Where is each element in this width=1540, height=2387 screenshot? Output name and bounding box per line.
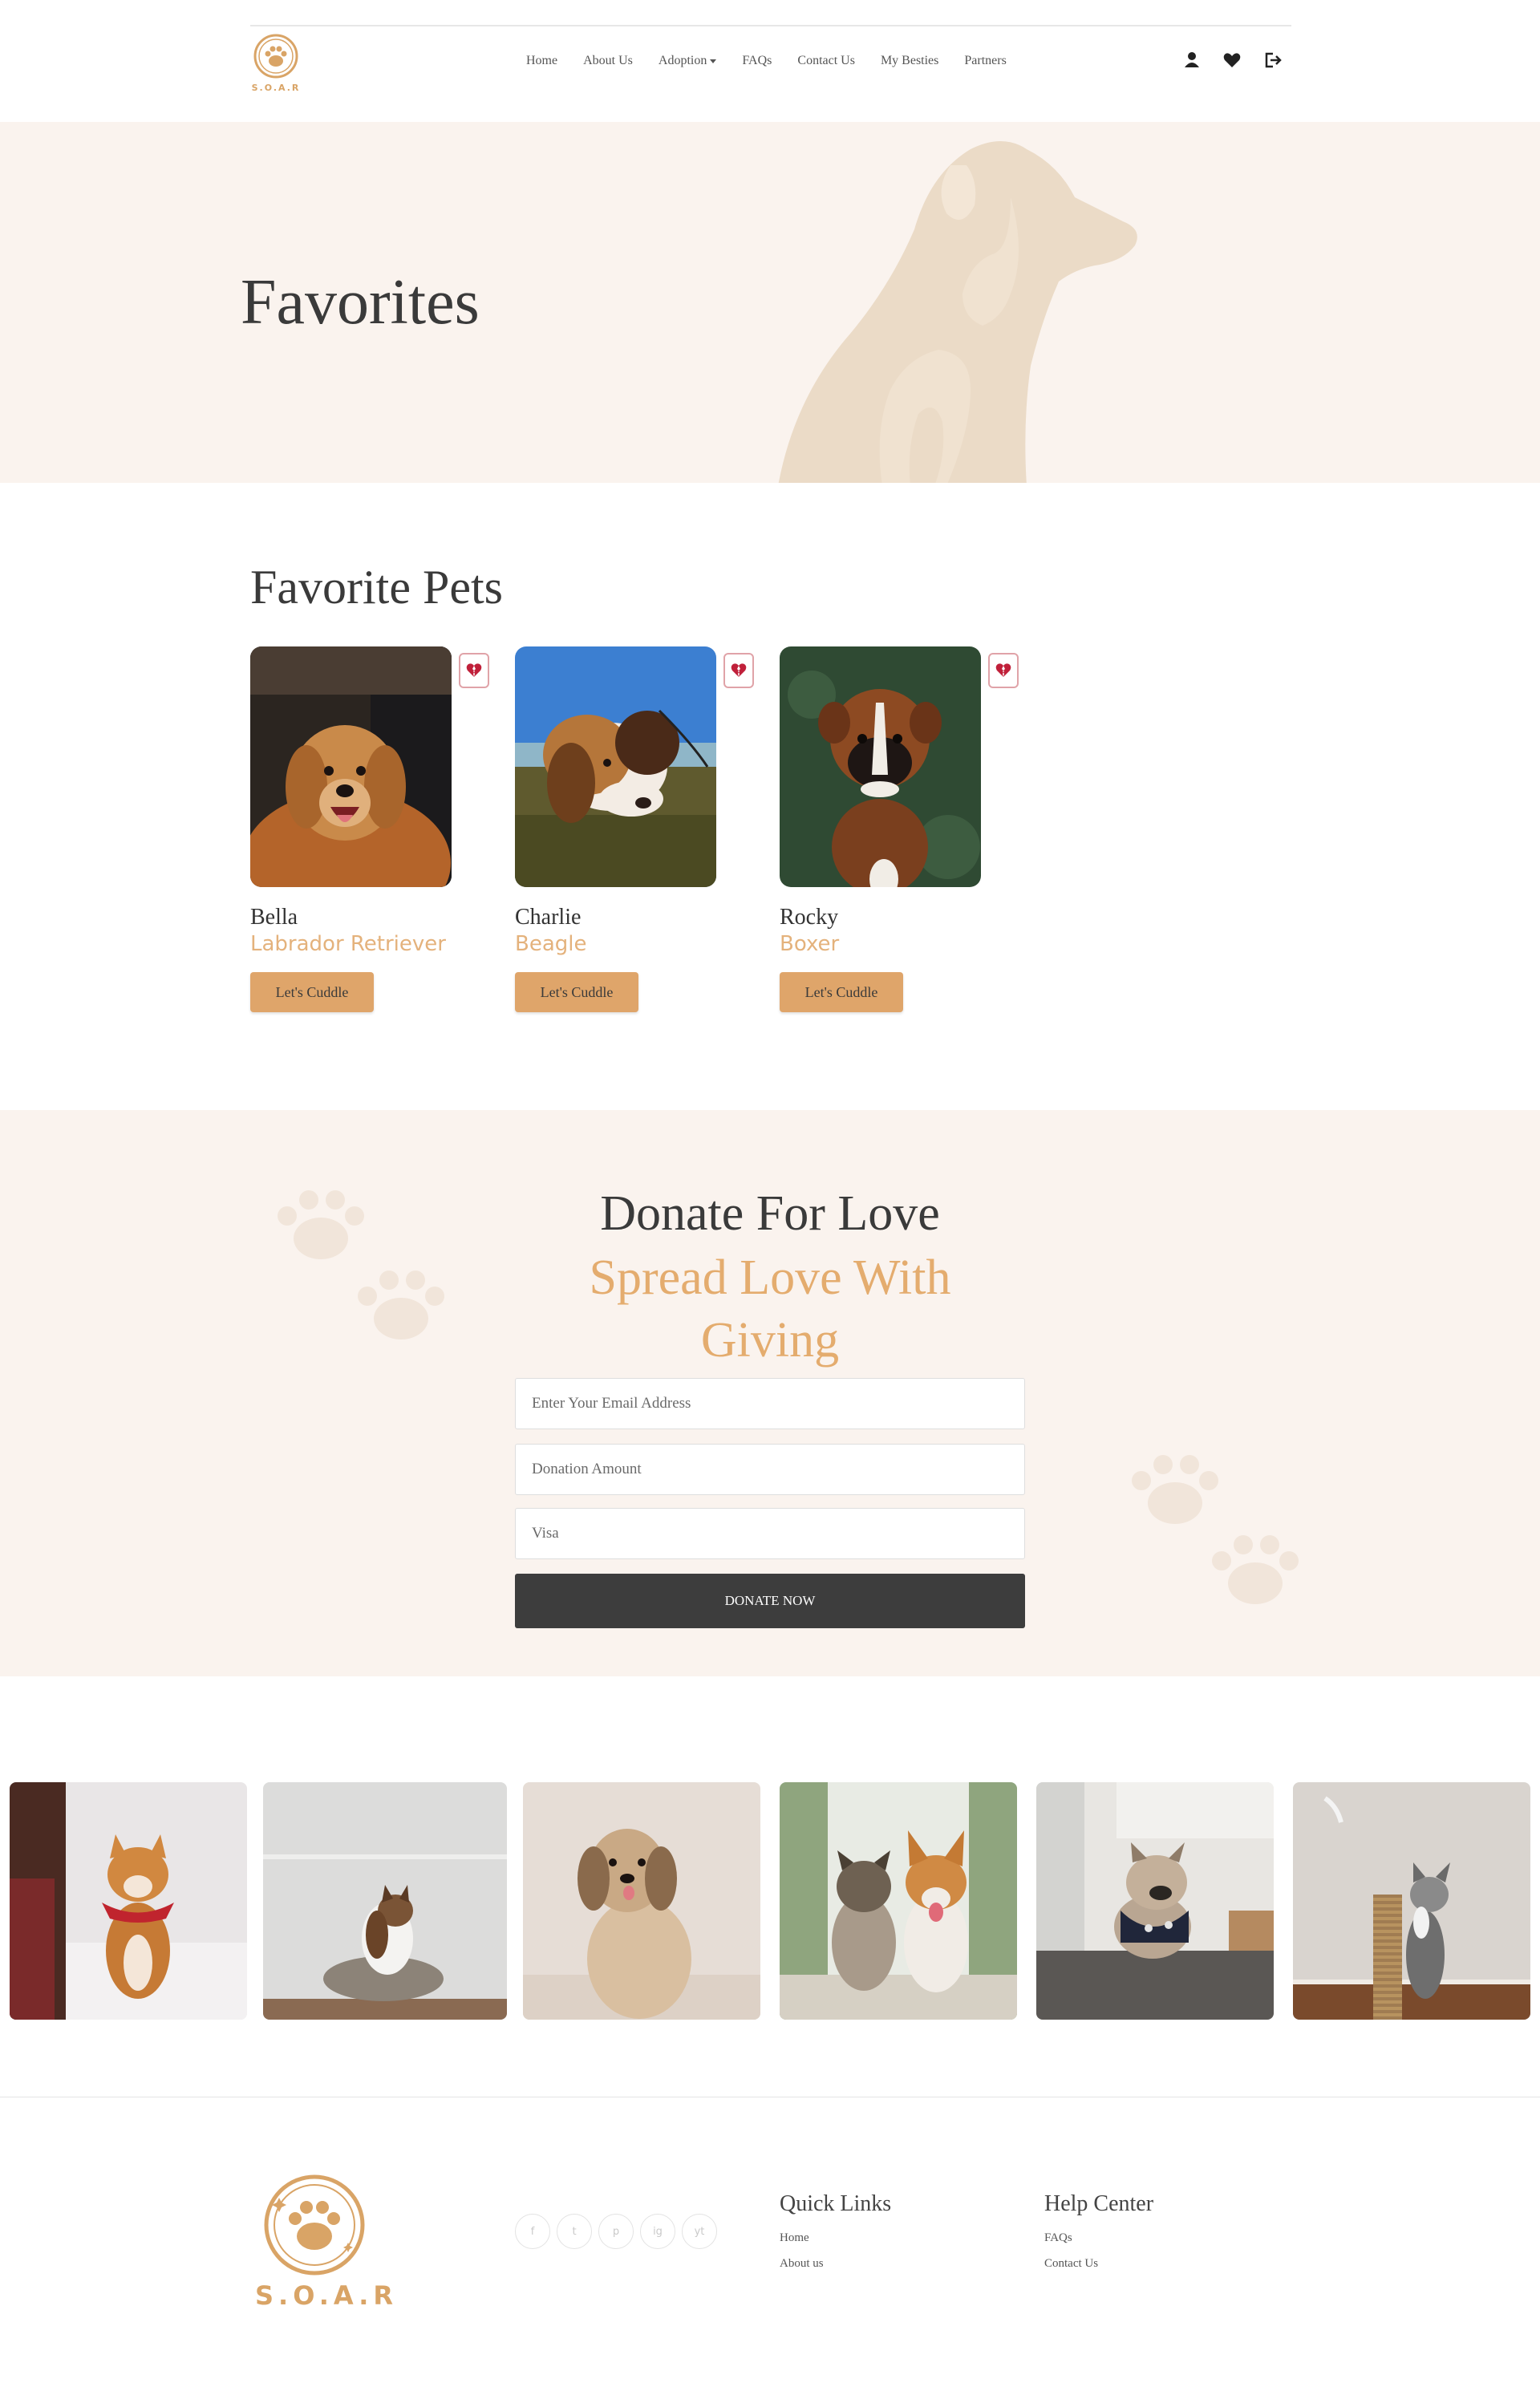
nav-home[interactable]: Home <box>513 50 570 72</box>
broken-heart-icon <box>466 663 482 677</box>
brand-logo[interactable]: S.O.A.R <box>250 32 302 93</box>
card-type-field[interactable]: Visa <box>515 1508 1025 1559</box>
gallery-image[interactable] <box>1036 1782 1274 2020</box>
pets-silhouette-illustration <box>778 141 1137 483</box>
footer-link-about-us[interactable]: About us <box>780 2257 824 2271</box>
top-divider <box>250 25 1291 26</box>
paw-logo-icon <box>253 34 298 79</box>
email-field[interactable]: Enter Your Email Address <box>515 1378 1025 1429</box>
gallery-image[interactable] <box>263 1782 507 2020</box>
nav-faqs[interactable]: FAQs <box>729 50 784 72</box>
donate-subtitle: Spread Love With Giving <box>0 1246 1540 1372</box>
facebook-icon[interactable]: f <box>515 2214 550 2249</box>
twitter-icon[interactable]: t <box>557 2214 592 2249</box>
pet-card: Bella Labrador Retriever Let's Cuddle <box>250 646 491 1015</box>
pet-card: Charlie Beagle Let's Cuddle <box>515 646 756 1015</box>
donate-now-button[interactable]: DONATE NOW <box>515 1574 1025 1628</box>
nav-adoption-label: Adoption <box>658 54 707 67</box>
youtube-icon[interactable]: yt <box>682 2214 717 2249</box>
broken-heart-icon <box>995 663 1011 677</box>
gallery-image[interactable] <box>10 1782 247 2020</box>
footer-link-contact-us[interactable]: Contact Us <box>1044 2257 1098 2271</box>
instagram-icon[interactable]: ig <box>640 2214 675 2249</box>
pet-breed: Labrador Retriever <box>250 932 446 956</box>
lets-cuddle-button[interactable]: Let's Cuddle <box>515 972 638 1012</box>
nav-my-besties[interactable]: My Besties <box>868 50 951 72</box>
pet-name: Bella <box>250 905 298 930</box>
pet-card: Rocky Boxer Let's Cuddle <box>780 646 1020 1015</box>
nav-contact-us[interactable]: Contact Us <box>784 50 868 72</box>
chevron-down-icon <box>710 59 717 63</box>
social-links: f t p ig yt <box>515 2214 717 2249</box>
paw-prints-decoration-icon <box>1132 1455 1299 1604</box>
pet-breed: Boxer <box>780 932 840 956</box>
pet-breed: Beagle <box>515 932 587 956</box>
pet-name: Rocky <box>780 905 839 930</box>
donate-subtitle-line-2: Giving <box>700 1313 840 1368</box>
gallery-image[interactable] <box>523 1782 760 2020</box>
help-center-title: Help Center <box>1044 2191 1154 2216</box>
nav-about-us[interactable]: About Us <box>570 50 646 72</box>
hero-banner: Favorites <box>0 122 1540 483</box>
nav-adoption[interactable]: Adoption <box>646 50 729 72</box>
nav-actions <box>1181 48 1283 72</box>
brand-logo-text: S.O.A.R <box>251 83 301 93</box>
quick-links-title: Quick Links <box>780 2191 892 2216</box>
heart-icon[interactable] <box>1221 48 1243 72</box>
donate-subtitle-line-1: Spread Love With <box>589 1250 951 1305</box>
lets-cuddle-button[interactable]: Let's Cuddle <box>780 972 903 1012</box>
broken-heart-icon <box>731 663 747 677</box>
donate-title: Donate For Love <box>600 1186 940 1241</box>
lets-cuddle-button[interactable]: Let's Cuddle <box>250 972 374 1012</box>
footer-brand-text: S.O.A.R <box>255 2280 399 2311</box>
footer-link-home[interactable]: Home <box>780 2231 809 2245</box>
pinterest-icon[interactable]: p <box>598 2214 634 2249</box>
pet-photo-bella[interactable] <box>250 646 452 887</box>
remove-favorite-button[interactable] <box>459 653 489 688</box>
pet-name: Charlie <box>515 905 582 930</box>
page-title: Favorites <box>241 267 480 338</box>
remove-favorite-button[interactable] <box>988 653 1019 688</box>
pet-photo-rocky[interactable] <box>780 646 981 887</box>
favorites-title: Favorite Pets <box>250 561 503 614</box>
main-nav: Home About Us Adoption FAQs Contact Us M… <box>513 50 1019 72</box>
footer-brand-logo[interactable]: S.O.A.R <box>255 2174 399 2311</box>
gallery-image[interactable] <box>1293 1782 1530 2020</box>
paw-logo-icon <box>264 2174 365 2276</box>
donation-amount-field[interactable]: Donation Amount <box>515 1444 1025 1495</box>
pet-photo-charlie[interactable] <box>515 646 716 887</box>
remove-favorite-button[interactable] <box>723 653 754 688</box>
nav-partners[interactable]: Partners <box>951 50 1019 72</box>
footer-link-faqs[interactable]: FAQs <box>1044 2231 1072 2245</box>
logout-icon[interactable] <box>1261 48 1283 72</box>
gallery-image[interactable] <box>780 1782 1017 2020</box>
user-icon[interactable] <box>1181 48 1203 72</box>
